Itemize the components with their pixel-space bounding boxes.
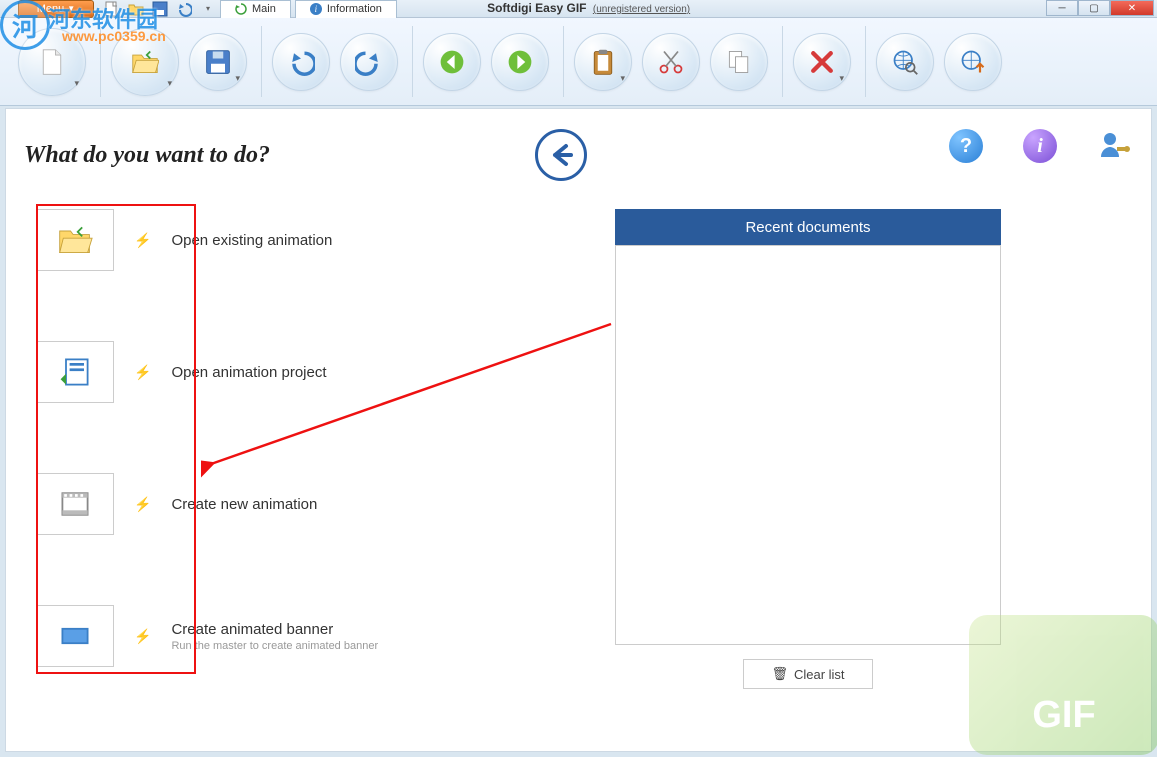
clear-list-label: Clear list xyxy=(794,667,845,682)
page-heading: What do you want to do? xyxy=(24,142,270,169)
info-icon: i xyxy=(1037,135,1043,158)
unregistered-label[interactable]: (unregistered version) xyxy=(593,4,690,15)
scissors-icon xyxy=(657,48,685,76)
action-create-banner[interactable]: ⚡ Create animated banner Run the master … xyxy=(36,605,378,667)
recent-header: Recent documents xyxy=(615,209,1001,245)
folder-open-icon xyxy=(131,48,159,76)
next-button[interactable] xyxy=(491,33,549,91)
quick-access-toolbar: ▾ xyxy=(104,1,216,17)
ribbon-tabs: Main i Information xyxy=(220,0,397,18)
undo-icon xyxy=(287,48,315,76)
globe-upload-icon xyxy=(959,48,987,76)
chevron-down-icon: ▾ xyxy=(235,73,240,84)
clipboard-icon xyxy=(589,48,617,76)
chevron-down-icon: ▾ xyxy=(839,73,844,84)
prev-button[interactable] xyxy=(423,33,481,91)
bolt-icon: ⚡ xyxy=(134,628,151,645)
tab-information[interactable]: i Information xyxy=(295,0,397,18)
qat-open-icon[interactable] xyxy=(128,1,144,17)
paste-button[interactable]: ▾ xyxy=(574,33,632,91)
copy-icon xyxy=(725,48,753,76)
arrow-right-icon xyxy=(506,48,534,76)
tab-main[interactable]: Main xyxy=(220,0,291,18)
x-icon xyxy=(808,48,836,76)
globe-search-icon xyxy=(891,48,919,76)
action-label: Open existing animation xyxy=(171,232,332,249)
clear-list-button[interactable]: 🗑 Clear list xyxy=(743,659,873,689)
tab-main-label: Main xyxy=(252,3,276,15)
new-file-button[interactable]: ▾ xyxy=(18,28,86,96)
app-title: Softdigi Easy GIF (unregistered version) xyxy=(487,1,690,15)
chevron-down-icon: ▾ xyxy=(167,78,172,89)
action-create-new[interactable]: ⚡ Create new animation xyxy=(36,473,378,535)
top-right-icons: ? i xyxy=(949,129,1131,163)
minimize-button[interactable]: ─ xyxy=(1046,0,1078,16)
banner-icon xyxy=(36,605,114,667)
web-search-button[interactable] xyxy=(876,33,934,91)
back-button[interactable] xyxy=(535,129,587,181)
redo-icon xyxy=(355,48,383,76)
titlebar: Menu ▼ ▾ Main i Information Softdigi Eas… xyxy=(0,0,1157,18)
bolt-icon: ⚡ xyxy=(134,364,151,381)
arrow-left-icon xyxy=(546,140,576,170)
recent-list[interactable] xyxy=(615,245,1001,645)
undo-button[interactable] xyxy=(272,33,330,91)
action-label: Create new animation xyxy=(171,496,317,513)
info-icon: i xyxy=(310,3,322,15)
chevron-down-icon: ▾ xyxy=(620,73,625,84)
project-icon xyxy=(36,341,114,403)
chevron-down-icon: ▾ xyxy=(74,78,79,89)
menu-button[interactable]: Menu ▼ xyxy=(18,0,94,18)
about-button[interactable]: i xyxy=(1023,129,1057,163)
close-button[interactable]: ✕ xyxy=(1110,0,1154,16)
help-button[interactable]: ? xyxy=(949,129,983,163)
qat-undo-icon[interactable] xyxy=(176,1,192,17)
action-label: Create animated banner xyxy=(171,621,333,638)
action-open-existing[interactable]: ⚡ Open existing animation xyxy=(36,209,378,271)
film-icon xyxy=(36,473,114,535)
file-icon xyxy=(38,48,66,76)
save-icon xyxy=(204,48,232,76)
action-label: Open animation project xyxy=(171,364,326,381)
recent-documents-panel: Recent documents 🗑 Clear list xyxy=(615,209,1001,689)
web-upload-button[interactable] xyxy=(944,33,1002,91)
trash-icon: 🗑 xyxy=(771,666,788,682)
ribbon-toolbar: ▾ ▾ ▾ ▾ ▾ xyxy=(0,18,1157,106)
window-controls: ─ ▢ ✕ xyxy=(1046,0,1154,16)
question-icon: ? xyxy=(960,135,972,158)
qat-new-icon[interactable] xyxy=(104,1,120,17)
delete-button[interactable]: ▾ xyxy=(793,33,851,91)
maximize-button[interactable]: ▢ xyxy=(1078,0,1110,16)
qat-save-icon[interactable] xyxy=(152,1,168,17)
open-folder-button[interactable]: ▾ xyxy=(111,28,179,96)
action-open-project[interactable]: ⚡ Open animation project xyxy=(36,341,378,403)
main-content: What do you want to do? ? i ⚡ Open exist… xyxy=(5,108,1152,752)
cut-button[interactable] xyxy=(642,33,700,91)
redo-button[interactable] xyxy=(340,33,398,91)
chevron-down-icon: ▼ xyxy=(67,4,75,13)
save-button[interactable]: ▾ xyxy=(189,33,247,91)
tab-information-label: Information xyxy=(327,3,382,15)
folder-open-icon xyxy=(36,209,114,271)
start-actions: ⚡ Open existing animation ⚡ Open animati… xyxy=(36,209,378,667)
menu-label: Menu xyxy=(37,3,65,15)
copy-button[interactable] xyxy=(710,33,768,91)
user-key-icon[interactable] xyxy=(1097,129,1131,163)
qat-dropdown-icon[interactable]: ▾ xyxy=(200,1,216,17)
refresh-icon xyxy=(235,3,247,15)
arrow-left-icon xyxy=(438,48,466,76)
bolt-icon: ⚡ xyxy=(134,232,151,249)
bolt-icon: ⚡ xyxy=(134,496,151,513)
action-subtitle: Run the master to create animated banner xyxy=(171,640,378,652)
